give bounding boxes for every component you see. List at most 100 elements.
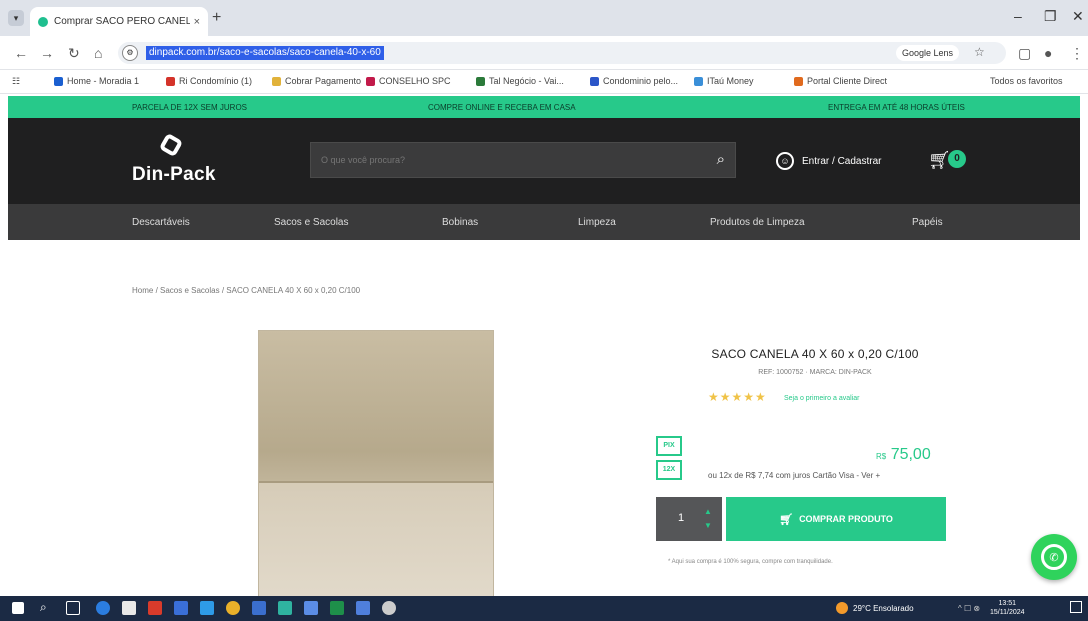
installment-badge: 12X: [656, 460, 682, 480]
notifications-icon[interactable]: [1070, 601, 1082, 613]
nav-item-papeis[interactable]: Papéis: [912, 217, 943, 228]
apps-icon[interactable]: ☷: [12, 76, 20, 87]
search-box: ⌕: [310, 142, 736, 178]
chevron-up-icon[interactable]: ▲: [704, 507, 712, 516]
quantity-value[interactable]: 1: [678, 512, 684, 524]
clock-date: 15/11/2024: [990, 609, 1025, 616]
excel-icon[interactable]: [330, 601, 344, 615]
extensions-icon[interactable]: ▢: [1018, 45, 1031, 62]
app-icon[interactable]: [200, 601, 214, 615]
promo-bar: PARCELA DE 12X SEM JUROS COMPRE ONLINE E…: [8, 96, 1080, 118]
rating-stars: ★★★★★: [708, 390, 767, 404]
maximize-icon[interactable]: ❐: [1044, 8, 1057, 25]
weather-text: 29°C Ensolarado: [853, 603, 914, 613]
whatsapp-icon: ✆: [1041, 544, 1067, 570]
bookmark-item[interactable]: Portal Cliente Direct: [794, 76, 887, 86]
buy-button-label: COMPRAR PRODUTO: [799, 514, 893, 524]
search-icon[interactable]: ⌕: [717, 151, 725, 168]
clock[interactable]: 13:51 15/11/2024: [990, 599, 1025, 617]
bookmark-star-icon[interactable]: ☆: [974, 45, 985, 59]
taskbar: ⌕ 29°C Ensolarado ^ ☐ ⊗ 13:51 15/11/2024: [0, 596, 1088, 621]
chevron-down-icon[interactable]: ▼: [704, 521, 712, 530]
product-sku: REF: 1000752 · MARCA: DIN-PACK: [758, 369, 872, 376]
account-label: Entrar / Cadastrar: [802, 155, 882, 167]
browser-tab[interactable]: Comprar SACO PERO CANELA... ×: [30, 7, 208, 36]
bookmark-icon: [476, 76, 485, 86]
bookmark-icon: [366, 76, 375, 86]
word-icon[interactable]: [252, 601, 266, 615]
new-tab-button[interactable]: +: [212, 9, 221, 27]
browser-tab-bar: ▾ Comprar SACO PERO CANELA... × + – ❐ ✕: [0, 0, 1088, 36]
home-icon[interactable]: ⌂: [94, 45, 102, 61]
weather-widget[interactable]: 29°C Ensolarado: [836, 602, 914, 614]
sun-icon: [836, 602, 848, 614]
edge-icon[interactable]: [96, 601, 110, 615]
bookmark-item[interactable]: Tal Negócio - Vai...: [476, 76, 564, 86]
bookmark-item[interactable]: ITaú Money: [694, 76, 754, 86]
bookmark-item[interactable]: Home - Moradia 1: [54, 76, 139, 86]
whatsapp-button[interactable]: ✆: [1031, 534, 1077, 580]
security-note: * Aqui sua compra é 100% segura, compre …: [668, 559, 833, 565]
app-icon[interactable]: [304, 601, 318, 615]
close-window-icon[interactable]: ✕: [1072, 8, 1084, 25]
close-tab-icon[interactable]: ×: [194, 16, 200, 28]
task-view-icon[interactable]: [66, 601, 80, 615]
bookmark-item[interactable]: CONSELHO SPC: [366, 76, 451, 86]
bookmark-icon: [794, 76, 803, 86]
store-icon[interactable]: [122, 601, 136, 615]
back-icon[interactable]: ←: [14, 45, 28, 61]
breadcrumb[interactable]: Home / Sacos e Sacolas / SACO CANELA 40 …: [132, 286, 360, 295]
tab-title: Comprar SACO PERO CANELA...: [54, 16, 190, 27]
omnibox[interactable]: ⚙ dinpack.com.br/saco-e-sacolas/saco-can…: [118, 42, 1006, 64]
buy-button[interactable]: 🛒︎ COMPRAR PRODUTO: [726, 497, 946, 541]
site-header: Din-Pack ⌕ ☺ Entrar / Cadastrar 🛒︎ 0: [8, 118, 1080, 204]
mail-icon[interactable]: [174, 601, 188, 615]
logo-icon[interactable]: [158, 132, 184, 158]
browser-menu-icon[interactable]: ⋮: [1070, 45, 1084, 62]
site-info-icon[interactable]: ⚙: [122, 45, 138, 61]
url-text[interactable]: dinpack.com.br/saco-e-sacolas/saco-canel…: [146, 46, 384, 60]
account-link[interactable]: ☺ Entrar / Cadastrar: [776, 152, 881, 170]
search-input[interactable]: [311, 143, 701, 177]
reload-icon[interactable]: ↻: [68, 45, 80, 62]
bookmark-icon: [694, 76, 703, 86]
system-tray[interactable]: ^ ☐ ⊗: [958, 604, 980, 613]
review-link[interactable]: Seja o primeiro a avaliar: [784, 395, 859, 402]
nav-item-sacos[interactable]: Sacos e Sacolas: [274, 217, 349, 228]
clock-time: 13:51: [998, 600, 1017, 607]
bookmark-item[interactable]: Condominio pelo...: [590, 76, 678, 86]
promo-online: COMPRE ONLINE E RECEBA EM CASA: [428, 103, 576, 112]
google-lens-button[interactable]: Google Lens: [896, 45, 960, 61]
profile-icon[interactable]: ●: [1044, 45, 1052, 61]
bookmark-item[interactable]: Ri Condomínio (1): [166, 76, 252, 86]
minimize-icon[interactable]: –: [1014, 8, 1022, 24]
quantity-stepper[interactable]: 1 ▲ ▼: [656, 497, 722, 541]
bookmark-icon: [166, 76, 175, 86]
all-bookmarks-link[interactable]: Todos os favoritos: [990, 76, 1063, 86]
bag-lower-band: [259, 483, 493, 601]
chrome-icon[interactable]: [226, 601, 240, 615]
nav-item-limpeza[interactable]: Limpeza: [578, 217, 616, 228]
search-icon[interactable]: ⌕: [40, 600, 54, 614]
promo-delivery: ENTREGA EM ATÉ 48 HORAS ÚTEIS: [828, 103, 965, 112]
payment-badge: PIX: [656, 436, 682, 456]
category-nav: Descartáveis Sacos e Sacolas Bobinas Lim…: [8, 204, 1080, 240]
product-title: SACO CANELA 40 X 60 x 0,20 C/100: [711, 347, 919, 361]
nav-item-descartaveis[interactable]: Descartáveis: [132, 217, 190, 228]
app-icon[interactable]: [382, 601, 396, 615]
app-icon[interactable]: [278, 601, 292, 615]
app-icon[interactable]: [356, 601, 370, 615]
nav-item-produtos-limpeza[interactable]: Produtos de Limpeza: [710, 217, 805, 228]
installments-text[interactable]: ou 12x de R$ 7,74 com juros Cartão Visa …: [708, 471, 880, 480]
product-image[interactable]: [258, 330, 494, 601]
product-price: R$ 75,00: [876, 446, 931, 464]
price-currency: R$: [876, 452, 887, 461]
bookmark-item[interactable]: Cobrar Pagamento: [272, 76, 361, 86]
site-logo[interactable]: Din-Pack: [132, 164, 216, 186]
forward-icon[interactable]: →: [40, 45, 54, 61]
user-icon: ☺: [776, 152, 794, 170]
app-icon[interactable]: [148, 601, 162, 615]
windows-start-icon[interactable]: [12, 602, 24, 614]
nav-item-bobinas[interactable]: Bobinas: [442, 217, 478, 228]
tab-menu-icon[interactable]: ▾: [8, 10, 24, 26]
